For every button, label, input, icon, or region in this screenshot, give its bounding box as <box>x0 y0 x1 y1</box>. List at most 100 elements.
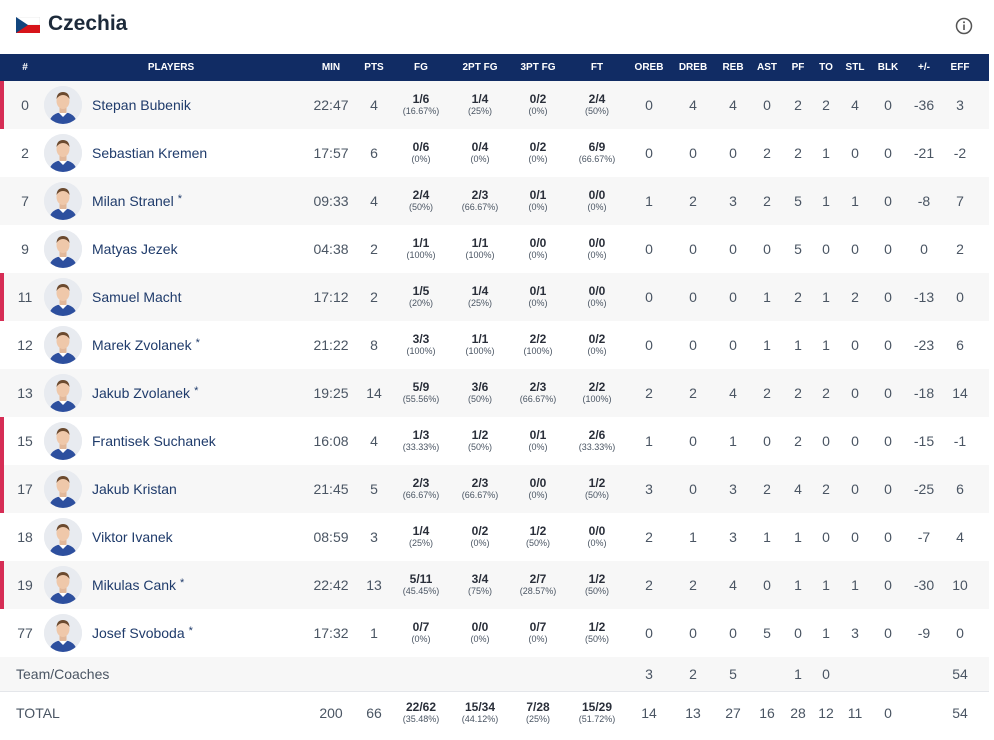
stat-reb: 0 <box>729 241 737 257</box>
stat-ast: 1 <box>763 529 771 545</box>
stat-fg3-made-attempted: 2/2 <box>529 332 547 346</box>
stat-ft-made-attempted: 1/2 <box>588 620 606 634</box>
stat-fg3-made-attempted: 2/7 <box>529 572 547 586</box>
player-avatar[interactable] <box>44 134 82 172</box>
stat-fg-made-attempted: 1/5 <box>412 284 430 298</box>
column-header-pf[interactable]: PF <box>792 54 805 81</box>
player-name-link[interactable]: Marek Zvolanek * <box>92 321 200 369</box>
player-name-link[interactable]: Jakub Kristan <box>92 465 177 513</box>
stat-fg2-made-attempted: 1/2 <box>471 428 489 442</box>
player-avatar[interactable] <box>44 230 82 268</box>
stat-pts: 6 <box>370 145 378 161</box>
stat-fg2-made-attempted: 1/4 <box>471 284 489 298</box>
table-row: 15 Frantisek Suchanek 16:08 4 1/3 (33.33%) 1/2… <box>0 417 989 465</box>
stat-ast: 2 <box>763 385 771 401</box>
player-name-link[interactable]: Sebastian Kremen <box>92 129 207 177</box>
player-name-link[interactable]: Matyas Jezek <box>92 225 178 273</box>
column-header-pm[interactable]: +/- <box>918 54 930 81</box>
stat-fg-percentage: (66.67%) <box>402 490 440 500</box>
column-header-fg2[interactable]: 2PT FG <box>462 54 497 81</box>
player-name[interactable]: Sebastian Kremen <box>92 145 207 161</box>
stat-ft-percentage: (50%) <box>584 634 610 644</box>
player-name[interactable]: Frantisek Suchanek <box>92 433 216 449</box>
player-avatar[interactable] <box>44 326 82 364</box>
stat-fg2-percentage: (100%) <box>465 346 495 356</box>
column-header-ft[interactable]: FT <box>591 54 603 81</box>
stat-min: 22:47 <box>313 97 349 113</box>
player-name[interactable]: Samuel Macht <box>92 289 181 305</box>
player-avatar[interactable] <box>44 86 82 124</box>
column-header-num[interactable]: # <box>22 54 28 81</box>
player-name[interactable]: Josef Svoboda <box>92 625 185 641</box>
stat-oreb: 0 <box>645 145 653 161</box>
stat-oreb: 14 <box>641 705 657 721</box>
player-name-link[interactable]: Josef Svoboda * <box>92 609 193 657</box>
column-header-fg[interactable]: FG <box>414 54 428 81</box>
player-name[interactable]: Marek Zvolanek <box>92 337 192 353</box>
column-header-to[interactable]: TO <box>819 54 833 81</box>
stat-reb: 1 <box>729 433 737 449</box>
player-name[interactable]: Mikulas Cank <box>92 577 176 593</box>
table-header: # PLAYERS MIN PTS FG 2PT FG 3PT FG FT OREB DREB RE… <box>0 54 989 81</box>
player-avatar[interactable] <box>44 614 82 652</box>
player-name[interactable]: Viktor Ivanek <box>92 529 173 545</box>
column-header-min[interactable]: MIN <box>322 54 340 81</box>
info-circle-icon[interactable] <box>955 17 973 35</box>
stat-ft-made-attempted: 2/6 <box>588 428 606 442</box>
player-name-link[interactable]: Frantisek Suchanek <box>92 417 216 465</box>
player-name-link[interactable]: Stepan Bubenik <box>92 81 191 129</box>
stat-ft-percentage: (100%) <box>582 394 612 404</box>
player-name[interactable]: Matyas Jezek <box>92 241 178 257</box>
column-header-pts[interactable]: PTS <box>364 54 383 81</box>
player-name-link[interactable]: Viktor Ivanek <box>92 513 173 561</box>
box-score-table: # PLAYERS MIN PTS FG 2PT FG 3PT FG FT OREB DREB RE… <box>0 54 989 735</box>
column-header-ast[interactable]: AST <box>757 54 777 81</box>
player-name-link[interactable]: Milan Stranel * <box>92 177 182 225</box>
stat-fg3-made-attempted: 0/1 <box>529 428 547 442</box>
column-header-oreb[interactable]: OREB <box>635 54 664 81</box>
player-avatar[interactable] <box>44 566 82 604</box>
player-photo <box>44 182 82 220</box>
stat-fg3: 0/1 (0%) <box>528 273 547 321</box>
stat-ft: 2/4 (50%) <box>585 81 609 129</box>
player-name[interactable]: Jakub Kristan <box>92 481 177 497</box>
column-header-fg3[interactable]: 3PT FG <box>520 54 555 81</box>
column-header-players[interactable]: PLAYERS <box>148 54 194 81</box>
player-avatar[interactable] <box>44 182 82 220</box>
column-header-stl[interactable]: STL <box>846 54 865 81</box>
player-name[interactable]: Milan Stranel <box>92 193 174 209</box>
player-name-link[interactable]: Jakub Zvolanek * <box>92 369 198 417</box>
jersey-number: 19 <box>17 577 33 593</box>
stat-ft: 0/0 (0%) <box>587 273 606 321</box>
player-avatar[interactable] <box>44 518 82 556</box>
stat-eff: 0 <box>956 625 964 641</box>
jersey-number: 2 <box>21 145 29 161</box>
jersey-number: 7 <box>21 193 29 209</box>
column-header-blk[interactable]: BLK <box>878 54 899 81</box>
table-row: 9 Matyas Jezek 04:38 2 1/1 (100%) 1/1 (100%) 0/0… <box>0 225 989 273</box>
player-name[interactable]: Stepan Bubenik <box>92 97 191 113</box>
stat-fg3-percentage: (0%) <box>528 298 548 308</box>
stat-fg3: 0/2 (0%) <box>528 129 547 177</box>
stat-stl: 1 <box>851 193 859 209</box>
player-avatar[interactable] <box>44 278 82 316</box>
stat-ft-made-attempted: 1/2 <box>588 572 606 586</box>
player-avatar[interactable] <box>44 374 82 412</box>
player-avatar[interactable] <box>44 470 82 508</box>
stat-pm: 0 <box>920 241 928 257</box>
stat-fg2-percentage: (0%) <box>470 538 490 548</box>
column-header-dreb[interactable]: DREB <box>679 54 707 81</box>
stat-fg2: 0/0 (0%) <box>470 609 489 657</box>
player-name-link[interactable]: Samuel Macht <box>92 273 181 321</box>
stat-fg-made-attempted: 2/4 <box>412 188 430 202</box>
player-avatar[interactable] <box>44 422 82 460</box>
stat-dreb: 2 <box>689 385 697 401</box>
column-header-reb[interactable]: REB <box>722 54 743 81</box>
stat-dreb: 0 <box>689 241 697 257</box>
column-header-eff[interactable]: EFF <box>951 54 970 81</box>
stat-pts: 14 <box>366 385 382 401</box>
player-name[interactable]: Jakub Zvolanek <box>92 385 190 401</box>
player-name-link[interactable]: Mikulas Cank * <box>92 561 184 609</box>
stat-min: 200 <box>319 705 343 721</box>
stat-fg3-percentage: (0%) <box>528 442 548 452</box>
